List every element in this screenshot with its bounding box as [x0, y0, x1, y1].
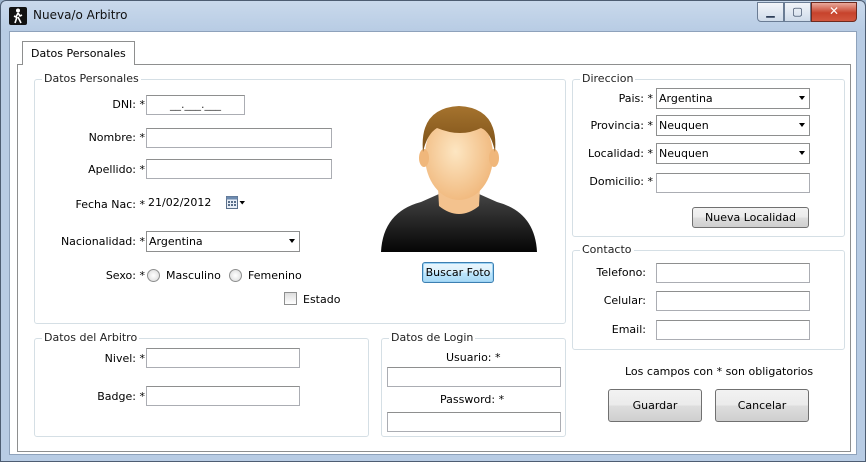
close-button[interactable]: ✕: [811, 2, 857, 22]
nivel-label: Nivel: *: [104, 352, 145, 365]
nombre-input[interactable]: [146, 128, 332, 148]
chevron-down-icon: [289, 239, 295, 243]
group-legend: Datos de Login: [389, 331, 476, 344]
group-direccion: Direccion Pais: * Argentina Provincia: *…: [572, 72, 845, 237]
localidad-select[interactable]: Neuquen: [656, 143, 810, 164]
estado-label: Estado: [303, 293, 341, 306]
fecha-nac-label: Fecha Nac: *: [75, 198, 145, 211]
nacionalidad-select[interactable]: Argentina: [146, 231, 300, 252]
minimize-button[interactable]: ▁: [757, 2, 784, 22]
maximize-button[interactable]: ▢: [784, 2, 811, 22]
cancelar-button[interactable]: Cancelar: [715, 389, 809, 422]
group-datos-personales: Datos Personales DNI: * __.___.___ Nombr…: [34, 72, 566, 324]
nivel-input[interactable]: [146, 348, 300, 368]
telefono-input[interactable]: [656, 263, 810, 283]
referee-icon: [9, 7, 27, 25]
group-contacto: Contacto Telefono: Celular: Email:: [572, 243, 845, 350]
app-window: Nueva/o Arbitro ▁ ▢ ✕ Datos Personales D…: [0, 0, 866, 462]
group-legend: Datos del Arbitro: [42, 331, 140, 344]
domicilio-label: Domicilio: *: [589, 175, 653, 188]
celular-label: Celular:: [603, 294, 646, 307]
password-input[interactable]: [387, 412, 561, 432]
nacionalidad-value: Argentina: [149, 235, 203, 248]
person-placeholder-image: [381, 94, 537, 252]
provincia-value: Neuquen: [659, 119, 709, 132]
masculino-label: Masculino: [166, 269, 221, 282]
badge-input[interactable]: [146, 386, 300, 406]
maximize-icon: ▢: [792, 5, 803, 18]
dni-input[interactable]: __.___.___: [146, 95, 245, 115]
apellido-label: Apellido: *: [88, 163, 145, 176]
fecha-nac-picker[interactable]: 21/02/2012: [146, 194, 252, 214]
group-legend: Direccion: [580, 72, 636, 85]
guardar-button[interactable]: Guardar: [608, 389, 702, 422]
tab-page: Datos Personales DNI: * __.___.___ Nombr…: [17, 64, 851, 452]
apellido-input[interactable]: [146, 159, 332, 179]
window-title: Nueva/o Arbitro: [33, 8, 128, 22]
usuario-label: Usuario: *: [446, 351, 501, 364]
window-client-area: Datos Personales Datos Personales DNI: *…: [9, 31, 857, 455]
email-input[interactable]: [656, 320, 810, 340]
localidad-label: Localidad: *: [588, 147, 653, 160]
group-legend: Datos Personales: [42, 72, 141, 85]
chevron-down-icon: [799, 123, 805, 127]
provincia-select[interactable]: Neuquen: [656, 115, 810, 136]
provincia-label: Provincia: *: [590, 119, 653, 132]
telefono-label: Telefono:: [596, 266, 646, 279]
calendar-icon[interactable]: [226, 196, 246, 213]
pais-select[interactable]: Argentina: [656, 88, 810, 109]
localidad-value: Neuquen: [659, 147, 709, 160]
dni-label: DNI: *: [112, 98, 145, 111]
fecha-nac-value: 21/02/2012: [148, 196, 212, 209]
domicilio-input[interactable]: [656, 173, 810, 193]
group-datos-login: Datos de Login Usuario: * Password: *: [381, 331, 566, 437]
group-datos-arbitro: Datos del Arbitro Nivel: * Badge: *: [34, 331, 369, 437]
pais-value: Argentina: [659, 92, 713, 105]
email-label: Email:: [611, 323, 646, 336]
sexo-label: Sexo: *: [105, 269, 145, 282]
close-icon: ✕: [828, 4, 840, 18]
password-label: Password: *: [440, 393, 505, 406]
usuario-input[interactable]: [387, 367, 561, 387]
celular-input[interactable]: [656, 291, 810, 311]
chevron-down-icon: [799, 96, 805, 100]
required-fields-note: Los campos con * son obligatorios: [625, 365, 814, 378]
pais-label: Pais: *: [618, 92, 653, 105]
group-legend: Contacto: [580, 243, 634, 256]
buscar-foto-button[interactable]: Buscar Foto: [422, 262, 494, 283]
badge-label: Badge: *: [97, 390, 145, 403]
femenino-label: Femenino: [248, 269, 302, 282]
minimize-icon: ▁: [766, 5, 775, 18]
estado-checkbox[interactable]: [284, 292, 297, 305]
nacionalidad-label: Nacionalidad: *: [60, 235, 145, 248]
nombre-label: Nombre: *: [88, 131, 145, 144]
nueva-localidad-button[interactable]: Nueva Localidad: [692, 207, 809, 228]
chevron-down-icon: [799, 151, 805, 155]
tab-datos-personales[interactable]: Datos Personales: [22, 41, 135, 65]
radio-femenino[interactable]: [229, 269, 242, 282]
radio-masculino[interactable]: [147, 269, 160, 282]
title-bar[interactable]: Nueva/o Arbitro ▁ ▢ ✕: [1, 1, 865, 31]
